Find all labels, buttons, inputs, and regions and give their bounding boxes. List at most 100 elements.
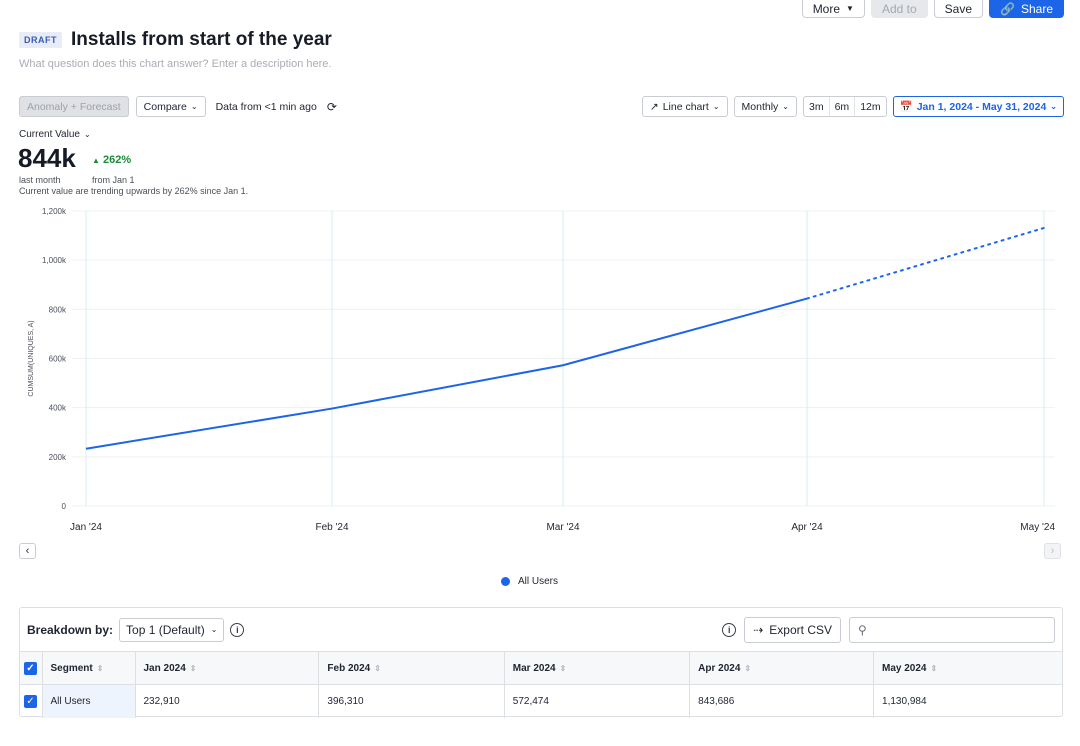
interval-select[interactable]: Monthly ⌄ — [733, 96, 797, 117]
sort-icon[interactable]: ⇕ — [97, 664, 104, 673]
value-cell: 1,130,984 — [873, 684, 1062, 718]
sort-icon[interactable]: ⇕ — [931, 664, 938, 673]
range-3m[interactable]: 3m — [804, 97, 829, 116]
segment-cell: All Users — [41, 684, 135, 718]
calendar-icon: 📅 — [899, 101, 913, 113]
x-tick-label: Mar '24 — [546, 522, 579, 533]
sort-icon[interactable]: ⇕ — [560, 664, 567, 673]
y-tick-label: 800k — [49, 305, 67, 314]
delta-caption: from Jan 1 — [92, 175, 135, 185]
chart-legend[interactable]: All Users — [501, 576, 558, 587]
line-chart: 0 200k 400k 600k 800k 1,000k 1,200k Jan '24 Feb … — [28, 207, 1055, 533]
value-cell: 232,910 — [134, 684, 319, 718]
x-tick-label: May '24 — [1020, 522, 1055, 533]
add-to-button[interactable]: Add to — [870, 0, 928, 18]
legend-dot — [501, 577, 510, 586]
x-tick-label: Feb '24 — [315, 522, 348, 533]
column-header[interactable]: Segment ⇕ — [41, 651, 135, 685]
table-row[interactable]: ✓ All Users 232,910 396,310 572,474 843,… — [20, 684, 1062, 718]
more-label: More — [812, 1, 841, 16]
select-all-cell[interactable]: ✓ — [20, 651, 42, 685]
series-line — [85, 297, 808, 450]
chevron-right-icon: › — [1050, 545, 1055, 557]
line-chart-icon: ↗ — [649, 100, 659, 113]
chevron-down-icon: ⌄ — [190, 102, 198, 111]
y-tick-label: 1,000k — [42, 256, 67, 265]
row-select-cell[interactable]: ✓ — [20, 684, 42, 718]
y-tick-label: 0 — [62, 502, 67, 511]
save-button[interactable]: Save — [933, 0, 984, 18]
arrow-up-icon: ▲ — [92, 156, 100, 165]
column-header[interactable]: May 2024 ⇕ — [873, 651, 1062, 685]
breakdown-select[interactable]: Top 1 (Default) ⌄ — [119, 617, 225, 642]
draft-badge: DRAFT — [19, 32, 62, 48]
data-status-text: Data from <1 min ago — [215, 100, 317, 113]
date-range-label: Jan 1, 2024 - May 31, 2024 — [916, 100, 1047, 113]
range-12m[interactable]: 12m — [854, 97, 885, 116]
y-tick-label: 400k — [49, 404, 67, 413]
chart-type-label: Line chart — [662, 100, 709, 113]
y-tick-label: 200k — [49, 453, 67, 462]
column-header[interactable]: Jan 2024 ⇕ — [134, 651, 319, 685]
checkbox-checked-icon[interactable]: ✓ — [24, 661, 37, 675]
value-cell: 572,474 — [503, 684, 690, 718]
search-input[interactable]: ⚲ — [849, 616, 1055, 643]
column-header[interactable]: Feb 2024 ⇕ — [318, 651, 505, 685]
chevron-down-icon: ⌄ — [83, 130, 91, 139]
interval-label: Monthly — [741, 100, 779, 113]
data-status: Data from <1 min ago ⟳ — [212, 96, 340, 117]
anomaly-forecast-button[interactable]: Anomaly + Forecast — [19, 96, 129, 117]
breakdown-table: ✓ Segment ⇕ Jan 2024 ⇕ Feb 2024 ⇕ Mar 2024 ⇕… — [20, 651, 1062, 718]
y-axis-label: CUMSUM(UNIQUES, A) — [28, 320, 35, 396]
y-tick-label: 600k — [49, 355, 67, 364]
breakdown-select-value: Top 1 (Default) — [126, 622, 205, 637]
value-caption: last month — [19, 175, 61, 185]
range-6m[interactable]: 6m — [828, 97, 855, 116]
export-icon: ⇢ — [753, 622, 764, 637]
value-cell: 396,310 — [318, 684, 505, 718]
description-field[interactable]: What question does this chart answer? En… — [19, 58, 331, 70]
info-icon[interactable]: i — [230, 622, 245, 637]
column-header[interactable]: Apr 2024 ⇕ — [689, 651, 874, 685]
chart-type-select[interactable]: ↗ Line chart ⌄ — [641, 96, 728, 117]
more-button[interactable]: More ▼ — [801, 0, 865, 18]
info-icon[interactable]: i — [722, 622, 737, 637]
x-tick-label: Jan '24 — [70, 522, 102, 533]
series-forecast-line — [806, 226, 1045, 300]
chevron-down-icon: ▼ — [846, 3, 854, 13]
sort-icon[interactable]: ⇕ — [744, 664, 751, 673]
breakdown-toolbar: Breakdown by: Top 1 (Default) ⌄ i i ⇢ Ex… — [20, 608, 1062, 651]
range-presets: 3m 6m 12m — [803, 96, 887, 117]
chevron-down-icon: ⌄ — [712, 102, 720, 111]
page-title[interactable]: Installs from start of the year — [71, 29, 332, 51]
refresh-icon[interactable]: ⟳ — [327, 100, 337, 114]
chart-toolbar-right: ↗ Line chart ⌄ Monthly ⌄ 3m 6m 12m 📅 Jan… — [641, 96, 1064, 117]
breakdown-label: Breakdown by: — [27, 622, 114, 637]
y-tick-label: 1,200k — [42, 207, 67, 216]
sort-icon[interactable]: ⇕ — [374, 664, 381, 673]
breakdown-panel: Breakdown by: Top 1 (Default) ⌄ i i ⇢ Ex… — [19, 607, 1063, 718]
chevron-down-icon: ⌄ — [1050, 102, 1057, 111]
legend-label: All Users — [518, 576, 559, 587]
share-button[interactable]: 🔗 Share — [989, 0, 1064, 18]
sort-icon[interactable]: ⇕ — [190, 664, 197, 673]
checkbox-checked-icon[interactable]: ✓ — [24, 694, 37, 708]
current-value-select[interactable]: Current Value ⌄ — [19, 129, 91, 140]
chart-next-button[interactable]: › — [1044, 543, 1061, 559]
delta-badge: ▲ 262% — [92, 154, 131, 166]
date-range-picker[interactable]: 📅 Jan 1, 2024 - May 31, 2024 ⌄ — [892, 96, 1064, 117]
chart-prev-button[interactable]: ‹ — [19, 543, 36, 559]
x-tick-label: Apr '24 — [791, 522, 823, 533]
current-value-label: Current Value — [19, 129, 80, 140]
current-value: 844k — [18, 143, 76, 173]
chart-toolbar-left: Anomaly + Forecast Compare ⌄ Data from <… — [19, 96, 340, 117]
export-label: Export CSV — [769, 622, 832, 637]
value-cell: 843,686 — [689, 684, 874, 718]
export-csv-button[interactable]: ⇢ Export CSV — [744, 616, 841, 643]
column-header[interactable]: Mar 2024 ⇕ — [503, 651, 690, 685]
delta-value: 262% — [102, 154, 132, 166]
compare-button[interactable]: Compare ⌄ — [135, 96, 206, 117]
compare-label: Compare — [143, 100, 187, 113]
trend-text: Current value are trending upwards by 26… — [19, 186, 249, 196]
chevron-down-icon: ⌄ — [782, 102, 789, 111]
